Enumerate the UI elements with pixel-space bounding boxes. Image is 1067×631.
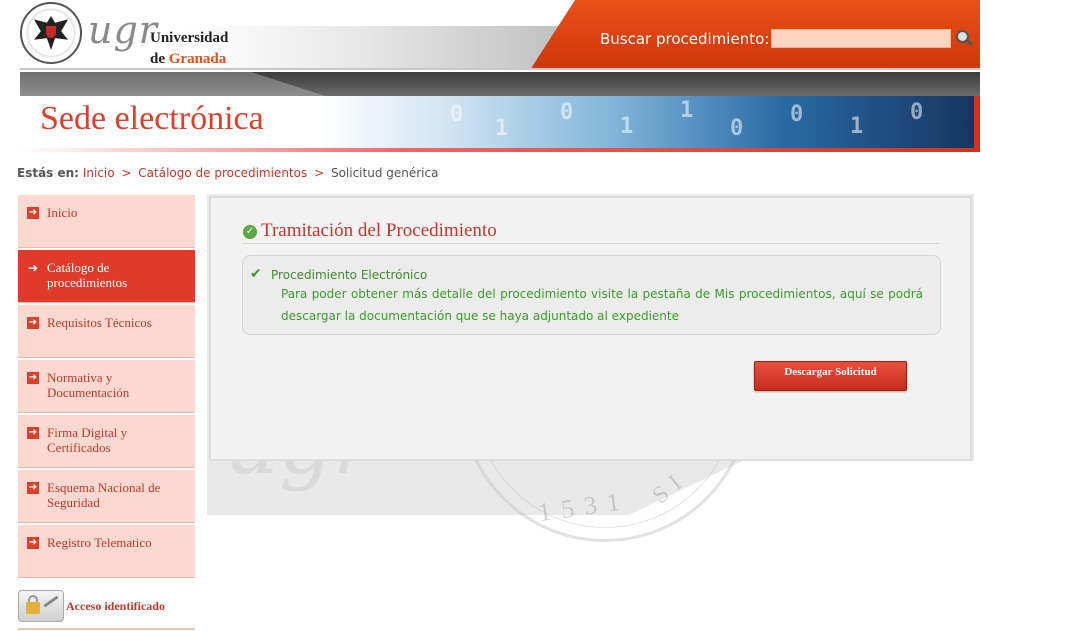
acceso-identificado-link[interactable]: Acceso identificado bbox=[18, 588, 195, 624]
breadcrumb-separator: > bbox=[314, 166, 325, 180]
search-icon-handle bbox=[965, 38, 974, 47]
lock-signature-icon bbox=[18, 590, 64, 622]
arrow-right-icon: ➔ bbox=[27, 372, 39, 384]
info-box-title: Procedimiento Electrónico bbox=[271, 268, 428, 282]
breadcrumb-label: Estás en: bbox=[17, 166, 79, 180]
search-label: Buscar procedimiento: bbox=[600, 30, 770, 48]
sidebar-bottom-divider bbox=[18, 628, 195, 630]
banner-digital-background: 0 1 0 1 1 0 0 1 0 bbox=[320, 96, 980, 148]
sidebar-item-label: Catálogo de procedimientos bbox=[47, 260, 128, 290]
info-box-text: Para poder obtener más detalle del proce… bbox=[281, 287, 923, 323]
site-banner: 0 1 0 1 1 0 0 1 0 Sede electrónica bbox=[20, 96, 980, 148]
sidebar-item-label: Esquema Nacional de Seguridad bbox=[47, 480, 161, 510]
breadcrumb-link-inicio[interactable]: Inicio bbox=[83, 166, 115, 180]
arrow-right-icon: ➔ bbox=[27, 537, 39, 549]
banner-digit: 0 bbox=[450, 102, 464, 127]
breadcrumb: Estás en: Inicio > Catálogo de procedimi… bbox=[17, 166, 438, 180]
banner-red-edge bbox=[974, 96, 980, 148]
arrow-right-icon: ➔ bbox=[27, 207, 39, 219]
sidebar-item-label: Registro Telematico bbox=[47, 535, 152, 550]
search-button[interactable] bbox=[954, 29, 974, 49]
shield-emblem bbox=[46, 26, 56, 38]
breadcrumb-current: Solicitud genérica bbox=[330, 166, 439, 180]
university-seal-icon[interactable] bbox=[20, 2, 82, 64]
logo-university-name[interactable]: Universidad de Granada bbox=[150, 28, 228, 70]
sidebar-item-firma[interactable]: ➔ Firma Digital y Certificados bbox=[18, 415, 195, 468]
banner-digit: 1 bbox=[680, 98, 694, 123]
lock-body bbox=[26, 602, 40, 614]
banner-digit: 1 bbox=[495, 116, 509, 141]
sidebar-item-normativa[interactable]: ➔ Normativa y Documentación bbox=[18, 360, 195, 413]
sidebar-item-label: Firma Digital y Certificados bbox=[47, 425, 128, 455]
sidebar-item-label: Normativa y Documentación bbox=[47, 370, 130, 400]
sidebar-item-registro[interactable]: ➔ Registro Telematico bbox=[18, 525, 195, 578]
page-title: Tramitación del Procedimiento bbox=[242, 220, 497, 242]
logo-granada: Granada bbox=[168, 51, 227, 67]
sidebar-item-esquema[interactable]: ➔ Esquema Nacional de Seguridad bbox=[18, 470, 195, 523]
logo-ugr-text[interactable]: ugr bbox=[88, 8, 158, 52]
descargar-solicitud-button[interactable]: Descargar Solicitud bbox=[754, 361, 907, 391]
breadcrumb-link-catalogo[interactable]: Catálogo de procedimientos bbox=[138, 166, 307, 180]
banner-digit: 1 bbox=[850, 114, 864, 139]
banner-digit: 1 bbox=[620, 114, 634, 139]
sidebar-item-requisitos[interactable]: ➔ Requisitos Técnicos bbox=[18, 305, 195, 358]
sidebar-item-catalogo[interactable]: ➔ Catálogo de procedimientos bbox=[18, 250, 195, 303]
search-input[interactable] bbox=[771, 29, 951, 48]
sidebar-item-label: Requisitos Técnicos bbox=[47, 315, 152, 330]
title-divider bbox=[242, 243, 939, 244]
arrow-right-icon: ➔ bbox=[27, 317, 39, 329]
logo-line-granada: de Granada bbox=[150, 49, 228, 70]
check-icon: ✔ bbox=[250, 266, 262, 282]
arrow-right-icon: ➔ bbox=[27, 427, 39, 439]
logo-line-universidad: Universidad bbox=[150, 30, 229, 46]
banner-digit: 0 bbox=[560, 100, 574, 125]
page-title-text: Tramitación del Procedimiento bbox=[261, 220, 497, 241]
site-title[interactable]: Sede electrónica bbox=[40, 100, 264, 138]
sidebar-item-inicio[interactable]: ➔ Inicio bbox=[18, 195, 195, 248]
arrow-right-icon: ➔ bbox=[27, 482, 39, 494]
logo-de: de bbox=[150, 51, 165, 67]
acceso-identificado-label: Acceso identificado bbox=[66, 599, 165, 613]
sidebar-nav: ➔ Inicio ➔ Catálogo de procedimientos ➔ … bbox=[18, 195, 195, 580]
breadcrumb-separator: > bbox=[121, 166, 132, 180]
banner-digit: 0 bbox=[730, 116, 744, 141]
sidebar-item-label: Inicio bbox=[47, 205, 78, 220]
pen-stroke bbox=[43, 595, 59, 608]
site-header: ugr Universidad de Granada Buscar proced… bbox=[20, 0, 980, 152]
banner-digit: 0 bbox=[910, 100, 924, 125]
banner-digit: 0 bbox=[790, 102, 804, 127]
arrow-right-icon: ➔ bbox=[27, 261, 39, 275]
banner-bottom-line bbox=[20, 148, 980, 152]
